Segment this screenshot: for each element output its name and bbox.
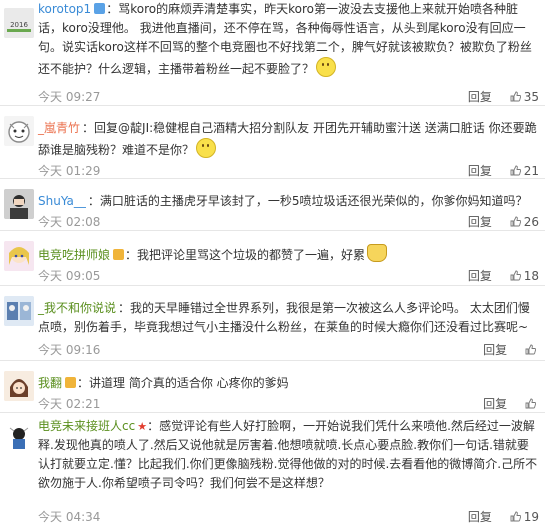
avatar[interactable]: 2016 [4, 8, 34, 38]
comment-text: 回复@靛JI:稳健棍自己酒精大招分割队友 开团先开辅助蜜汁送 送满口脏话 你还要… [38, 121, 537, 157]
avatar[interactable] [4, 296, 34, 326]
comment-actions: 回复 35 [468, 88, 539, 105]
comment-body: 电竞未来接班人cc ★：感觉评论有些人好打脸啊，一开始说我们凭什么来喷他.然后经过… [38, 419, 538, 490]
thumbs-up-icon [510, 165, 521, 176]
thumbs-up-icon [510, 216, 521, 227]
like-count: 35 [523, 90, 539, 104]
reply-button[interactable]: 回复 [468, 162, 492, 179]
comment-body: 电竞吃拼师娘 ：我把评论里骂这个垃圾的都赞了一遍，好累 [38, 244, 540, 265]
username-link[interactable]: ShuYa__ [38, 194, 86, 208]
thumbs-up-icon [510, 270, 521, 281]
username-link[interactable]: _我不和你说说 [38, 301, 116, 315]
like-button[interactable] [525, 343, 539, 357]
username-link[interactable]: korotop1 [38, 2, 91, 16]
comment-actions: 回复 18 [468, 267, 539, 284]
username-link[interactable]: 我翻 [38, 376, 62, 390]
comment-item: 2016 korotop1 ：骂koro的麻烦弄清楚事实，昨天koro第一波没去支… [0, 0, 545, 106]
comment-time: 今天 09:16 [38, 343, 101, 357]
comment-text: 我把评论里骂这个垃圾的都赞了一遍，好累 [137, 248, 366, 262]
comment-actions: 回复 [483, 341, 539, 358]
comment-body: _我不和你说说 ：我的天早睡错过全世界系列，我很是第一次被这么人多评论吗。 太太团… [38, 301, 530, 334]
reply-button[interactable]: 回复 [468, 213, 492, 230]
thumbs-up-icon [525, 398, 536, 409]
comment-body: korotop1 ：骂koro的麻烦弄清楚事实，昨天koro第一波没去支援他上来就… [38, 2, 532, 77]
like-count: 26 [523, 215, 539, 229]
comment-text: 满口脏话的主播虎牙早该封了，一秒5喷垃圾话还很光荣似的，你爹你妈知道吗？ [99, 194, 528, 208]
smile-emoji-icon [196, 138, 217, 158]
reply-button[interactable]: 回复 [468, 267, 492, 284]
reply-button[interactable]: 回复 [468, 88, 492, 105]
username-link[interactable]: _嵐青竹 [38, 121, 80, 135]
like-button[interactable]: 21 [510, 164, 539, 178]
avatar[interactable] [4, 189, 34, 219]
thumbs-up-icon [510, 91, 521, 102]
avatar[interactable] [4, 371, 34, 401]
comment-actions: 回复 21 [468, 162, 539, 179]
comment-time: 今天 04:34 [38, 510, 101, 524]
smile-emoji-icon [316, 57, 337, 77]
username-link[interactable]: 电竞吃拼师娘 [38, 248, 110, 262]
like-count: 21 [523, 164, 539, 178]
member-badge-icon [113, 249, 125, 260]
reply-button[interactable]: 回复 [483, 341, 507, 358]
reply-button[interactable]: 回复 [468, 508, 492, 525]
comment-time: 今天 09:27 [38, 90, 101, 104]
verified-badge-icon [94, 3, 106, 14]
like-button[interactable]: 18 [510, 269, 539, 283]
comment-item: _嵐青竹 ：回复@靛JI:稳健棍自己酒精大招分割队友 开团先开辅助蜜汁送 送满口脏… [0, 106, 545, 179]
member-badge-icon [65, 377, 77, 388]
comment-time: 今天 09:05 [38, 269, 101, 283]
like-count: 18 [523, 269, 539, 283]
username-link[interactable]: 电竞未来接班人cc [38, 419, 135, 433]
comment-item: _我不和你说说 ：我的天早睡错过全世界系列，我很是第一次被这么人多评论吗。 太太团… [0, 286, 545, 361]
comment-item: 电竞未来接班人cc ★：感觉评论有些人好打脸啊，一开始说我们凭什么来喷他.然后经过… [0, 413, 545, 526]
thumbs-up-icon [525, 344, 536, 355]
comment-actions: 回复 19 [468, 508, 539, 525]
reply-button[interactable]: 回复 [483, 395, 507, 412]
like-button[interactable]: 35 [510, 90, 539, 104]
cat-emoji-icon [367, 244, 388, 262]
avatar[interactable] [4, 241, 34, 271]
comment-actions: 回复 26 [468, 213, 539, 230]
comment-time: 今天 02:21 [38, 397, 101, 411]
comment-item: 电竞吃拼师娘 ：我把评论里骂这个垃圾的都赞了一遍，好累 今天 09:05 回复 1… [0, 231, 545, 286]
svg-text:2016: 2016 [10, 21, 28, 29]
thumbs-up-icon [510, 511, 521, 522]
comment-actions: 回复 [483, 395, 539, 412]
like-button[interactable]: 19 [510, 510, 539, 524]
like-button[interactable] [525, 397, 539, 411]
like-button[interactable]: 26 [510, 215, 539, 229]
comment-item: 我翻 ：讲道理 简介真的适合你 心疼你的爹妈 今天 02:21 回复 [0, 361, 545, 413]
comment-body: _嵐青竹 ：回复@靛JI:稳健棍自己酒精大招分割队友 开团先开辅助蜜汁送 送满口脏… [38, 121, 537, 158]
comment-time: 今天 02:08 [38, 215, 101, 229]
star-badge-icon: ★ [137, 420, 148, 433]
like-count: 19 [523, 510, 539, 524]
comment-body: 我翻 ：讲道理 简介真的适合你 心疼你的爹妈 [38, 376, 289, 390]
comment-text: 讲道理 简介真的适合你 心疼你的爹妈 [89, 376, 289, 390]
comment-body: ShuYa__ ：满口脏话的主播虎牙早该封了，一秒5喷垃圾话还很光荣似的，你爹你妈… [38, 194, 528, 208]
avatar[interactable] [4, 116, 34, 146]
comment-time: 今天 01:29 [38, 164, 101, 178]
avatar[interactable] [4, 423, 34, 453]
comment-item: ShuYa__ ：满口脏话的主播虎牙早该封了，一秒5喷垃圾话还很光荣似的，你爹你妈… [0, 179, 545, 231]
